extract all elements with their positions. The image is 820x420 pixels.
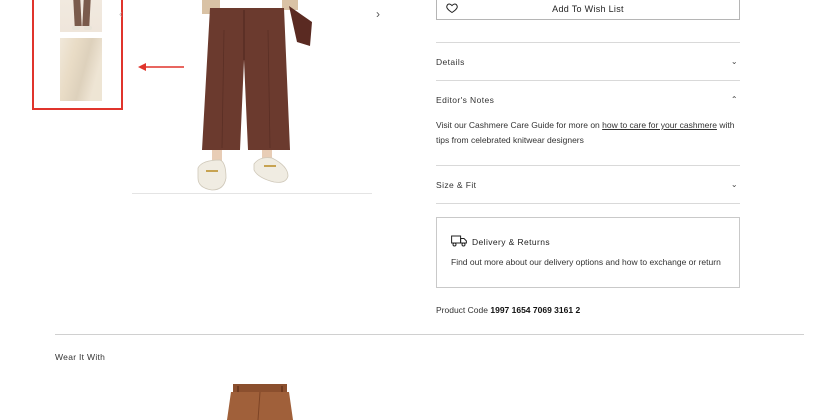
thumbnail-strip	[0, 0, 130, 120]
accordion-details-label: Details	[436, 56, 465, 67]
accordion-editors-notes-label: Editor's Notes	[436, 94, 495, 105]
trousers-model-illustration	[197, 0, 312, 191]
cashmere-care-link[interactable]: how to care for your cashmere	[602, 120, 717, 130]
gallery-prev-icon[interactable]: ‹	[119, 10, 127, 20]
truck-icon	[451, 235, 467, 247]
delivery-description: Find out more about our delivery options…	[451, 257, 721, 267]
heart-icon	[446, 3, 458, 14]
brown-skirt-illustration	[227, 384, 293, 420]
product-code-value: 1997 1654 7069 3161 2	[490, 305, 581, 315]
chevron-down-icon: ⌄	[730, 57, 738, 66]
gallery-next-icon[interactable]: ›	[376, 8, 386, 20]
chevron-up-icon: ⌃	[730, 95, 738, 104]
thumbnail-highlight-box	[32, 0, 123, 110]
delivery-returns-box[interactable]: Delivery & Returns Find out more about o…	[436, 217, 740, 288]
accordion-size-fit[interactable]: Size & Fit ⌄	[436, 165, 740, 203]
accordion-divider	[436, 203, 740, 204]
wear-it-with-product-image[interactable]	[225, 382, 295, 420]
product-code-label: Product Code	[436, 305, 488, 315]
product-code: Product Code 1997 1654 7069 3161 2	[436, 305, 580, 315]
chevron-down-icon: ⌄	[730, 180, 738, 189]
accordion-editors-notes[interactable]: Editor's Notes ⌃	[436, 80, 740, 118]
notes-text-after: with	[716, 120, 735, 130]
notes-text-before: Visit our Cashmere Care Guide for more o…	[436, 120, 603, 130]
accordion-size-fit-label: Size & Fit	[436, 179, 477, 190]
main-product-image[interactable]	[132, 0, 372, 194]
wear-it-with-title: Wear It With	[55, 352, 106, 362]
editors-notes-body: Visit our Cashmere Care Guide for more o…	[436, 118, 740, 148]
accordion-details[interactable]: Details ⌄	[436, 42, 740, 80]
add-to-wishlist-button[interactable]: Add To Wish List	[436, 0, 740, 20]
notes-text-line2: tips from celebrated knitwear designers	[436, 135, 584, 145]
delivery-title: Delivery & Returns	[472, 237, 551, 247]
wishlist-label: Add To Wish List	[552, 4, 624, 14]
product-page: ‹ › Add To Wish List Details ⌄ Editor's …	[0, 0, 820, 420]
section-divider	[55, 334, 804, 335]
